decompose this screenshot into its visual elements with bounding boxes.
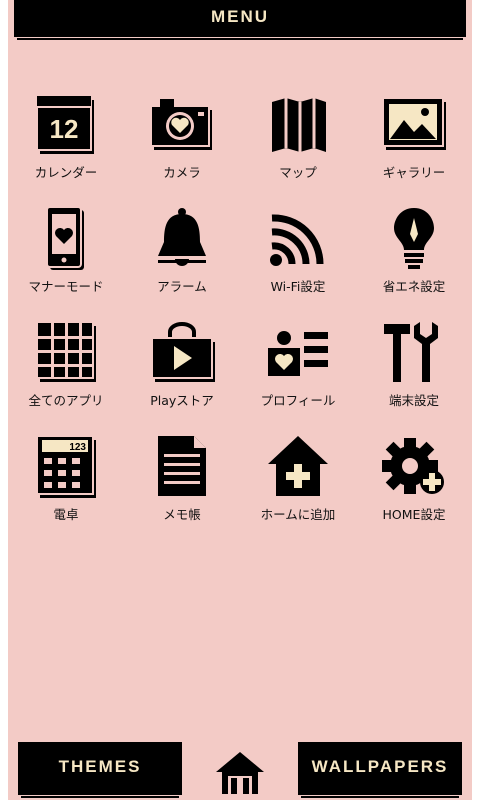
app-label: HOME設定 (382, 507, 446, 522)
app-add-to-home[interactable]: ホームに追加 (240, 432, 356, 546)
app-label: カメラ (163, 165, 201, 180)
app-label: アラーム (157, 279, 207, 294)
app-profile[interactable]: プロフィール (240, 318, 356, 432)
menu-title: MENU (210, 7, 270, 26)
app-calendar[interactable]: 12 カレンダー (8, 90, 124, 204)
app-label: 省エネ設定 (382, 279, 446, 294)
play-store-icon (146, 318, 218, 386)
app-label: Wi-Fi設定 (270, 279, 326, 294)
app-play-store[interactable]: Playストア (124, 318, 240, 432)
app-grid-icon (30, 318, 102, 386)
app-label: 端末設定 (388, 393, 439, 408)
app-device-settings[interactable]: 端末設定 (356, 318, 472, 432)
menu-header: MENU (14, 0, 466, 40)
wifi-icon (262, 204, 334, 272)
memo-icon (146, 432, 218, 500)
phone-heart-icon (30, 204, 102, 272)
app-manner-mode[interactable]: マナーモード (8, 204, 124, 318)
app-grid: 12 カレンダー カメラ マップ ギャラリー マナーモード アラーム Wi-Fi… (8, 90, 472, 546)
lightbulb-icon (378, 204, 450, 272)
app-label: 全てのアプリ (28, 393, 104, 408)
app-label: プロフィール (260, 393, 336, 408)
app-label: マナーモード (28, 279, 104, 294)
home-button[interactable] (214, 748, 266, 796)
bell-icon (146, 204, 218, 272)
app-home-settings[interactable]: HOME設定 (356, 432, 472, 546)
wallpapers-label: WALLPAPERS (311, 757, 449, 776)
app-wifi[interactable]: Wi-Fi設定 (240, 204, 356, 318)
app-gallery[interactable]: ギャラリー (356, 90, 472, 204)
svg-text:12: 12 (50, 114, 79, 144)
app-label: 電卓 (53, 507, 79, 522)
home-icon (216, 752, 264, 794)
gear-plus-icon (378, 432, 450, 500)
gallery-icon (378, 90, 450, 158)
app-camera[interactable]: カメラ (124, 90, 240, 204)
themes-label: THEMES (58, 757, 142, 776)
svg-text:123: 123 (69, 442, 86, 453)
themes-button[interactable]: THEMES (18, 742, 182, 798)
app-calculator[interactable]: 123 電卓 (8, 432, 124, 546)
app-label: メモ帳 (163, 507, 201, 522)
app-alarm[interactable]: アラーム (124, 204, 240, 318)
app-label: ギャラリー (382, 165, 446, 180)
home-screen: MENU 12 カレンダー カメラ マップ ギャラリー マナーモード アラーム … (8, 0, 472, 800)
app-label: カレンダー (34, 165, 98, 180)
tools-icon (378, 318, 450, 386)
app-power-save[interactable]: 省エネ設定 (356, 204, 472, 318)
app-label: マップ (279, 165, 317, 180)
app-map[interactable]: マップ (240, 90, 356, 204)
house-plus-icon (262, 432, 334, 500)
app-memo[interactable]: メモ帳 (124, 432, 240, 546)
app-label: ホームに追加 (260, 507, 336, 522)
profile-icon (262, 318, 334, 386)
map-icon (262, 90, 334, 158)
calculator-icon: 123 (30, 432, 102, 500)
app-all-apps[interactable]: 全てのアプリ (8, 318, 124, 432)
camera-icon (146, 90, 218, 158)
calendar-icon: 12 (30, 90, 102, 158)
wallpapers-button[interactable]: WALLPAPERS (298, 742, 462, 798)
app-label: Playストア (150, 393, 214, 408)
